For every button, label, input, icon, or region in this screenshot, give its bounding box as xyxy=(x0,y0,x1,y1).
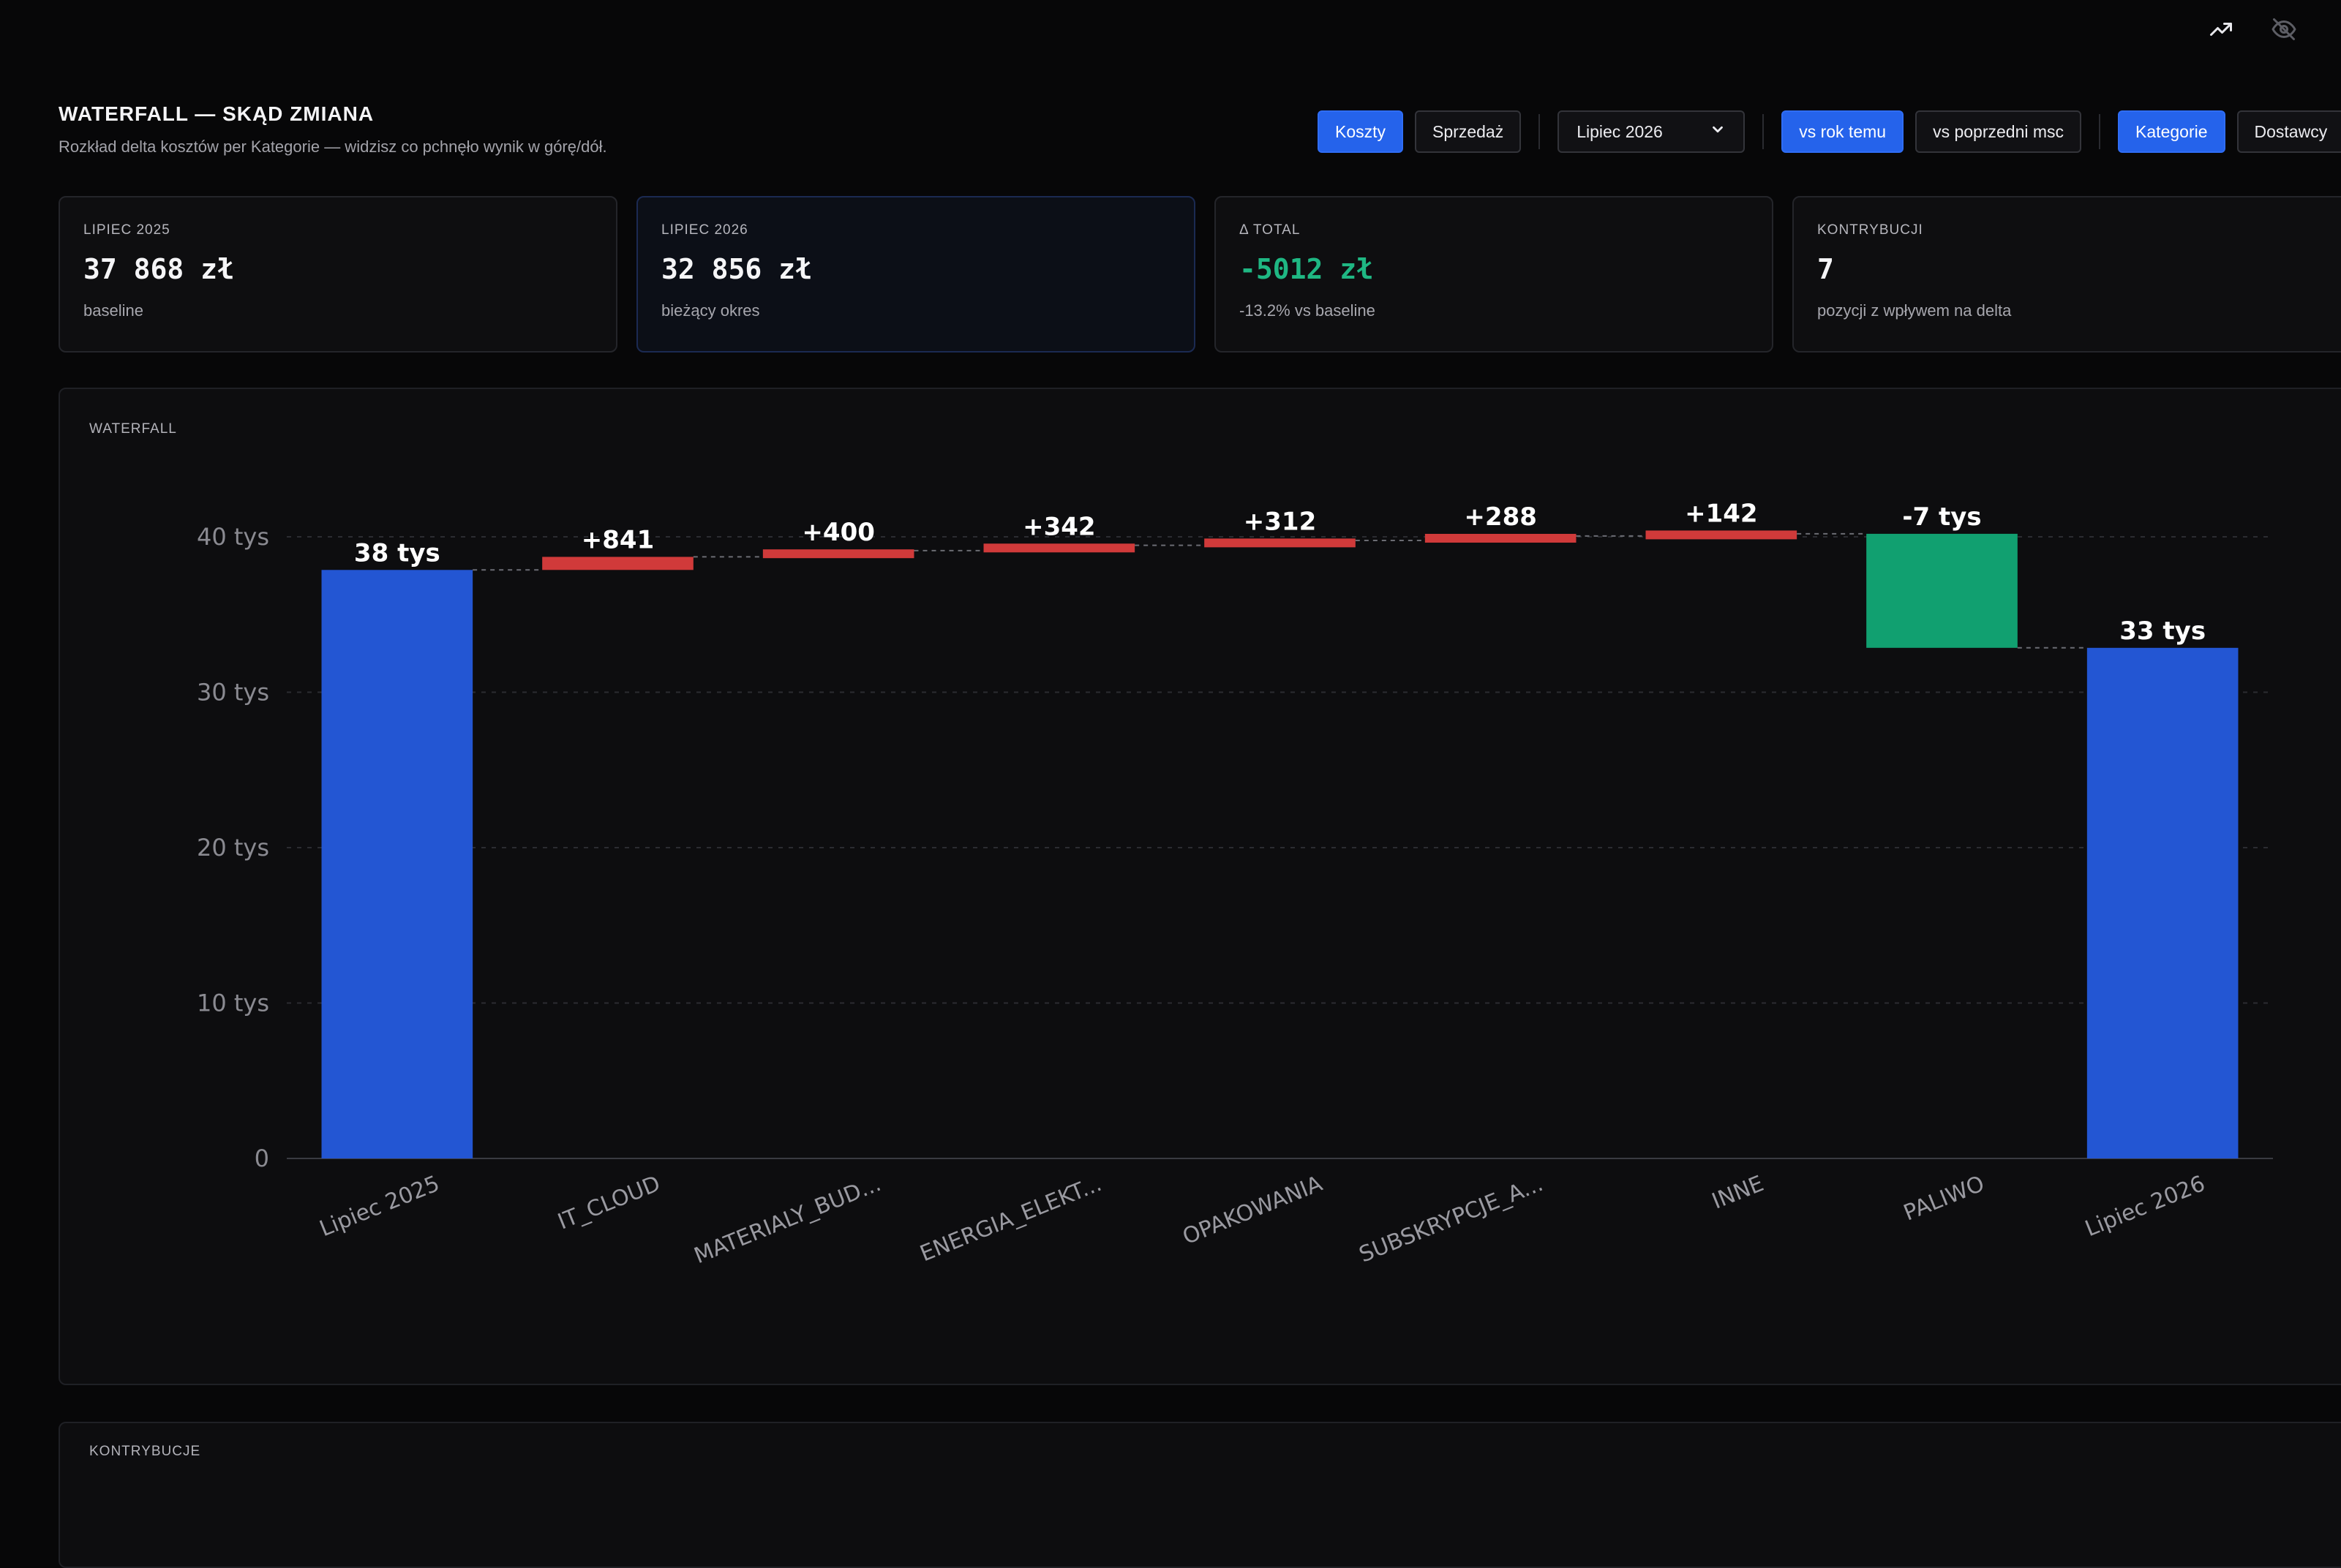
data-label: +841 xyxy=(582,525,654,554)
y-tick-label: 40 tys xyxy=(197,523,269,551)
data-label: -7 tys xyxy=(1902,502,1981,532)
page-subtitle: Rozkład delta kosztów per Kategorie — wi… xyxy=(59,137,607,156)
kpi-sub: baseline xyxy=(83,301,143,320)
y-tick-label: 30 tys xyxy=(197,679,269,706)
waterfall-bar xyxy=(321,570,473,1158)
waterfall-bar xyxy=(1866,533,2018,648)
kpi-label: LIPIEC 2025 xyxy=(83,222,170,238)
x-tick-label: MATERIALY_BUD... xyxy=(691,1171,884,1269)
y-tick-label: 0 xyxy=(255,1145,269,1172)
kpi-card-current: LIPIEC 2026 32 856 zł bieżący okres xyxy=(636,196,1195,353)
vs-year-button[interactable]: vs rok temu xyxy=(1781,110,1904,153)
period-select[interactable]: Lipiec 2026 xyxy=(1557,110,1746,153)
toolbar-divider xyxy=(2099,114,2101,149)
koszty-button[interactable]: Koszty xyxy=(1318,110,1404,153)
waterfall-bar xyxy=(1424,533,1577,543)
data-label: +142 xyxy=(1685,499,1757,528)
data-label: +312 xyxy=(1244,507,1316,536)
waterfall-bar xyxy=(542,557,694,570)
vs-prev-month-button[interactable]: vs poprzedni msc xyxy=(1915,110,2082,153)
data-label: +400 xyxy=(802,518,874,547)
data-label: 38 tys xyxy=(354,538,440,568)
kategorie-button[interactable]: Kategorie xyxy=(2118,110,2225,153)
data-label: +342 xyxy=(1023,512,1095,541)
trend-up-icon[interactable] xyxy=(2206,15,2236,44)
toolbar: Koszty Sprzedaż Lipiec 2026 vs rok temu … xyxy=(1318,110,2341,154)
x-tick-label: INNE xyxy=(1708,1171,1767,1215)
data-label: +288 xyxy=(1464,502,1536,532)
waterfall-bar xyxy=(762,549,914,559)
waterfall-bar xyxy=(983,543,1135,553)
waterfall-bar xyxy=(1204,538,1356,548)
toolbar-divider xyxy=(1538,114,1541,149)
y-tick-label: 20 tys xyxy=(197,834,269,862)
waterfall-bar xyxy=(1645,530,1797,540)
page-header: WATERFALL — SKĄD ZMIANA Rozkład delta ko… xyxy=(59,102,607,157)
y-tick-label: 10 tys xyxy=(197,990,269,1017)
kpi-sub: bieżący okres xyxy=(661,301,760,320)
kpi-card-baseline: LIPIEC 2025 37 868 zł baseline xyxy=(59,196,617,353)
chevron-down-icon xyxy=(1710,121,1726,142)
panel-label: KONTRYBUCJE xyxy=(89,1444,201,1459)
x-tick-label: PALIWO xyxy=(1900,1171,1988,1226)
kpi-sub: -13.2% vs baseline xyxy=(1239,301,1375,320)
kpi-label: KONTRYBUCJI xyxy=(1817,222,1923,238)
x-tick-label: ENERGIA_ELEKT... xyxy=(917,1171,1105,1267)
kpi-card-delta: Δ TOTAL -5012 zł -13.2% vs baseline xyxy=(1214,196,1773,353)
x-tick-label: Lipiec 2025 xyxy=(316,1171,443,1242)
x-tick-label: SUBSKRYPCJE_A... xyxy=(1356,1171,1547,1268)
waterfall-chart: 0 10 tys 20 tys 30 tys 40 tys 38 tys Lipiec 20… xyxy=(197,499,2273,1269)
kpi-value: 37 868 zł xyxy=(83,253,234,285)
kpi-value: -5012 zł xyxy=(1239,253,1374,285)
dostawcy-button[interactable]: Dostawcy xyxy=(2236,110,2341,153)
waterfall-bar xyxy=(2086,647,2239,1158)
kpi-label: Δ TOTAL xyxy=(1239,222,1301,238)
kpi-card-contributions: KONTRYBUCJI 7 pozycji z wpływem na delta xyxy=(1792,196,2341,353)
x-tick-label: IT_CLOUD xyxy=(555,1171,664,1235)
x-tick-label: OPAKOWANIA xyxy=(1179,1171,1326,1250)
toolbar-divider xyxy=(1762,114,1765,149)
x-tick-label: Lipiec 2026 xyxy=(2081,1171,2209,1242)
kpi-sub: pozycji z wpływem na delta xyxy=(1817,301,2012,320)
sprzedaz-button[interactable]: Sprzedaż xyxy=(1415,110,1522,153)
period-select-value: Lipiec 2026 xyxy=(1577,121,1663,141)
data-label: 33 tys xyxy=(2119,617,2206,646)
waterfall-panel: WATERFALL 0 10 tys 20 tys 30 tys 40 tys 38 ty… xyxy=(59,388,2341,1385)
top-bar xyxy=(0,0,2341,59)
page-title: WATERFALL — SKĄD ZMIANA xyxy=(59,102,375,125)
kpi-label: LIPIEC 2026 xyxy=(661,222,748,238)
kpi-value: 7 xyxy=(1817,253,1834,285)
contributions-panel: KONTRYBUCJE xyxy=(59,1422,2341,1568)
kpi-value: 32 856 zł xyxy=(661,253,812,285)
eye-off-icon[interactable] xyxy=(2269,15,2299,44)
